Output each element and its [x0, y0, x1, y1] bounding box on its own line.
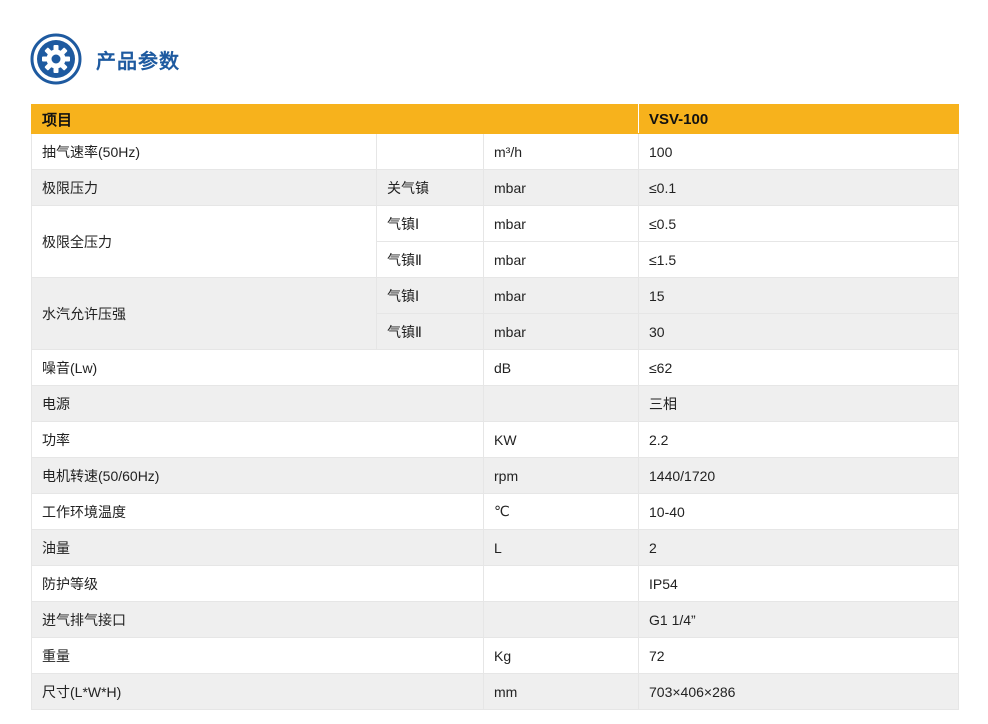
cell-unit: [483, 385, 639, 422]
cell-item: 防护等级: [31, 565, 484, 602]
header-model: VSV-100: [638, 104, 959, 134]
cell-value: 703×406×286: [638, 673, 959, 710]
cell-item: 抽气速率(50Hz): [31, 133, 377, 170]
cell-item: 噪音(Lw): [31, 349, 484, 386]
cell-item: 重量: [31, 637, 484, 674]
cell-value: 30: [638, 313, 959, 350]
cell-item: 极限压力: [31, 169, 377, 206]
cell-value: G1 1/4”: [638, 601, 959, 638]
table-row: 油量 L 2: [31, 529, 959, 566]
section-header: 产品参数: [30, 33, 180, 85]
cell-value: 100: [638, 133, 959, 170]
cell-item: 油量: [31, 529, 484, 566]
cell-unit: m³/h: [483, 133, 639, 170]
cell-unit: rpm: [483, 457, 639, 494]
cell-unit: [483, 601, 639, 638]
cell-unit: mm: [483, 673, 639, 710]
cell-value: 三相: [638, 385, 959, 422]
table-row: 极限全压力 气镇Ⅰ mbar ≤0.5: [31, 205, 959, 278]
cell-unit: L: [483, 529, 639, 566]
cell-value: ≤1.5: [638, 241, 959, 278]
cell-value: 1440/1720: [638, 457, 959, 494]
table-row: 尺寸(L*W*H) mm 703×406×286: [31, 673, 959, 710]
cell-unit: KW: [483, 421, 639, 458]
cell-unit: mbar: [483, 313, 639, 350]
cell-item: 尺寸(L*W*H): [31, 673, 484, 710]
cell-unit: [483, 565, 639, 602]
cell-sub: 气镇Ⅱ: [376, 241, 484, 278]
cell-item: 进气排气接口: [31, 601, 484, 638]
cell-sub: 关气镇: [376, 169, 484, 206]
cell-sub: 气镇Ⅰ: [376, 205, 484, 242]
cell-value: 10-40: [638, 493, 959, 530]
table-row: 抽气速率(50Hz) m³/h 100: [31, 133, 959, 170]
table-row: 工作环境温度 ℃ 10-40: [31, 493, 959, 530]
cell-unit: Kg: [483, 637, 639, 674]
cell-value: 72: [638, 637, 959, 674]
cell-unit: mbar: [483, 169, 639, 206]
cell-sub: [376, 133, 484, 170]
cell-unit: mbar: [483, 205, 639, 242]
cell-value: IP54: [638, 565, 959, 602]
cell-value: 2: [638, 529, 959, 566]
table-row: 防护等级 IP54: [31, 565, 959, 602]
cell-item: 功率: [31, 421, 484, 458]
cell-value: ≤0.5: [638, 205, 959, 242]
table-row: 进气排气接口 G1 1/4”: [31, 601, 959, 638]
table-row: 噪音(Lw) dB ≤62: [31, 349, 959, 386]
cell-item: 工作环境温度: [31, 493, 484, 530]
cell-sub: 气镇Ⅰ: [376, 277, 484, 314]
spec-table: 项目 VSV-100 抽气速率(50Hz) m³/h 100 极限压力 关气镇 …: [31, 104, 959, 710]
table-row: 电源 三相: [31, 385, 959, 422]
cell-value: 2.2: [638, 421, 959, 458]
cell-unit: ℃: [483, 493, 639, 530]
cell-item: 电机转速(50/60Hz): [31, 457, 484, 494]
table-row: 水汽允许压强 气镇Ⅰ mbar 15: [31, 277, 959, 350]
gear-icon: [30, 33, 82, 85]
cell-value: ≤62: [638, 349, 959, 386]
cell-item: 电源: [31, 385, 484, 422]
section-title: 产品参数: [96, 50, 180, 73]
table-row: 极限压力 关气镇 mbar ≤0.1: [31, 169, 959, 206]
cell-value: ≤0.1: [638, 169, 959, 206]
cell-item: 水汽允许压强: [31, 277, 377, 350]
table-row: 重量 Kg 72: [31, 637, 959, 674]
table-row: 功率 KW 2.2: [31, 421, 959, 458]
cell-unit: mbar: [483, 241, 639, 278]
cell-value: 15: [638, 277, 959, 314]
header-item: 项目: [31, 104, 639, 134]
cell-unit: dB: [483, 349, 639, 386]
cell-item: 极限全压力: [31, 205, 377, 278]
table-row: 电机转速(50/60Hz) rpm 1440/1720: [31, 457, 959, 494]
cell-sub: 气镇Ⅱ: [376, 313, 484, 350]
table-header-row: 项目 VSV-100: [31, 104, 959, 134]
cell-unit: mbar: [483, 277, 639, 314]
